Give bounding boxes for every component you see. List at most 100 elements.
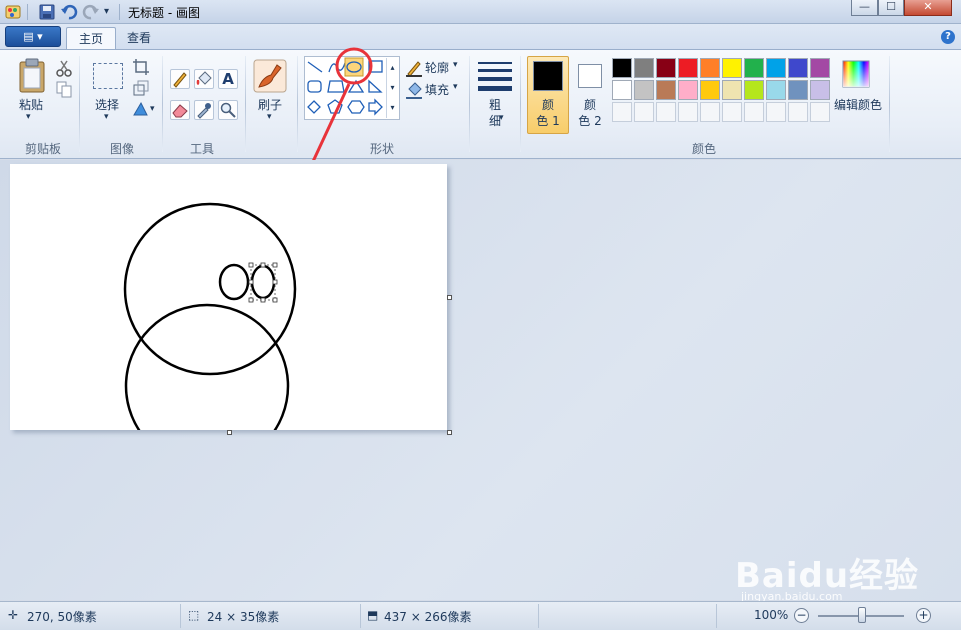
palette-swatch[interactable]: [766, 80, 786, 100]
zoom-slider-thumb[interactable]: [858, 607, 866, 623]
minimize-button[interactable]: —: [851, 0, 878, 16]
palette-swatch[interactable]: [612, 80, 632, 100]
drawing-canvas[interactable]: [10, 164, 447, 430]
group-separator: [469, 56, 470, 152]
palette-custom-slot[interactable]: [700, 102, 720, 122]
palette-swatch[interactable]: [656, 58, 676, 78]
copy-icon[interactable]: [55, 80, 73, 98]
select-icon[interactable]: [93, 63, 123, 89]
palette-swatch[interactable]: [678, 80, 698, 100]
paste-dropdown-icon[interactable]: ▾: [26, 112, 31, 122]
palette-custom-slot[interactable]: [634, 102, 654, 122]
maximize-button[interactable]: ☐: [878, 0, 904, 16]
tab-view[interactable]: 查看: [115, 27, 163, 50]
resize-icon[interactable]: [132, 79, 150, 97]
size-button-line2[interactable]: 细: [478, 112, 512, 129]
edit-colors-button[interactable]: 编辑颜色: [832, 96, 884, 113]
zoom-level: 100%: [754, 608, 789, 622]
palette-swatch[interactable]: [788, 58, 808, 78]
color2-swatch[interactable]: [578, 64, 602, 88]
outline-dropdown-icon[interactable]: ▾: [453, 60, 458, 70]
eraser-icon[interactable]: [170, 100, 190, 120]
size-dropdown-icon[interactable]: ▾: [499, 113, 504, 123]
title-bar: ▾ 无标题 - 画图 — ☐ ✕: [0, 0, 961, 24]
palette-swatch[interactable]: [788, 80, 808, 100]
rotate-icon[interactable]: [132, 100, 150, 118]
palette-swatch[interactable]: [744, 58, 764, 78]
paste-icon[interactable]: [17, 58, 47, 94]
window-title: 无标题 - 画图: [128, 6, 200, 20]
color2-label-line2[interactable]: 色 2: [572, 112, 608, 129]
palette-swatch[interactable]: [634, 58, 654, 78]
outline-button[interactable]: 轮廓: [425, 59, 449, 76]
edit-colors-icon[interactable]: [842, 60, 870, 88]
paint-app-icon[interactable]: [4, 3, 22, 21]
select-button[interactable]: 选择: [87, 96, 127, 113]
drawn-ellipse-selected: [250, 264, 276, 300]
color1-label-line2: 色 1: [536, 114, 560, 128]
undo-icon[interactable]: [60, 3, 78, 21]
palette-swatch[interactable]: [634, 80, 654, 100]
palette-swatch[interactable]: [722, 58, 742, 78]
outline-icon[interactable]: [405, 59, 423, 77]
palette-custom-slot[interactable]: [744, 102, 764, 122]
tab-home[interactable]: 主页: [66, 27, 117, 50]
close-button[interactable]: ✕: [904, 0, 952, 16]
text-tool-icon[interactable]: A: [218, 69, 238, 89]
drawn-circle-large: [123, 202, 297, 376]
magnifier-icon[interactable]: [218, 100, 238, 120]
fill-icon[interactable]: [405, 81, 423, 99]
canvas-resize-handle-bottom[interactable]: [227, 430, 232, 435]
brush-icon[interactable]: [253, 59, 287, 93]
palette-swatch[interactable]: [766, 58, 786, 78]
palette-swatch[interactable]: [810, 80, 830, 100]
brushes-button[interactable]: 刷子: [250, 96, 290, 113]
zoom-in-button[interactable]: +: [916, 608, 931, 623]
rotate-dropdown-icon[interactable]: ▾: [150, 104, 155, 114]
fill-button[interactable]: 填充: [425, 81, 449, 98]
palette-swatch[interactable]: [656, 80, 676, 100]
color2-label-line1[interactable]: 颜: [572, 96, 608, 113]
qat-customize-chevron-icon[interactable]: ▾: [104, 6, 109, 17]
crop-icon[interactable]: [132, 58, 150, 76]
fill-dropdown-icon[interactable]: ▾: [453, 82, 458, 92]
palette-custom-slot[interactable]: [678, 102, 698, 122]
cursor-position: 270, 50像素: [27, 610, 97, 624]
palette-swatch[interactable]: [744, 80, 764, 100]
palette-swatch[interactable]: [700, 80, 720, 100]
redo-icon[interactable]: [82, 3, 100, 21]
palette-custom-slot[interactable]: [766, 102, 786, 122]
help-icon[interactable]: ?: [941, 30, 955, 44]
palette-swatch[interactable]: [810, 58, 830, 78]
size-button-line1[interactable]: 粗: [478, 96, 512, 113]
group-separator: [889, 56, 890, 152]
color-picker-icon[interactable]: [194, 100, 214, 120]
shapes-scroll[interactable]: ▴ ▾ ▾: [386, 58, 398, 118]
zoom-out-button[interactable]: −: [794, 608, 809, 623]
paste-button[interactable]: 粘贴: [12, 96, 50, 113]
app-menu-button[interactable]: ▤ ▾: [5, 26, 61, 47]
color1-swatch: [533, 61, 563, 91]
right-triangle-shape-icon: [368, 79, 383, 93]
palette-custom-slot[interactable]: [612, 102, 632, 122]
pencil-icon[interactable]: [170, 69, 190, 89]
size-icon[interactable]: [478, 59, 512, 91]
palette-swatch[interactable]: [612, 58, 632, 78]
status-separator: [180, 604, 181, 628]
palette-custom-slot[interactable]: [810, 102, 830, 122]
palette-custom-slot[interactable]: [656, 102, 676, 122]
cut-icon[interactable]: [55, 59, 73, 77]
brushes-dropdown-icon[interactable]: ▾: [267, 112, 272, 122]
palette-custom-slot[interactable]: [788, 102, 808, 122]
canvas-resize-handle-right[interactable]: [447, 295, 452, 300]
ribbon-tab-row: ▤ ▾ 主页 查看 ?: [0, 24, 961, 50]
qat-separator: [27, 4, 28, 20]
save-icon[interactable]: [38, 3, 56, 21]
fill-bucket-icon[interactable]: [194, 69, 214, 89]
palette-custom-slot[interactable]: [722, 102, 742, 122]
palette-swatch[interactable]: [722, 80, 742, 100]
canvas-resize-handle-corner[interactable]: [447, 430, 452, 435]
palette-swatch[interactable]: [678, 58, 698, 78]
palette-swatch[interactable]: [700, 58, 720, 78]
select-dropdown-icon[interactable]: ▾: [104, 112, 109, 122]
